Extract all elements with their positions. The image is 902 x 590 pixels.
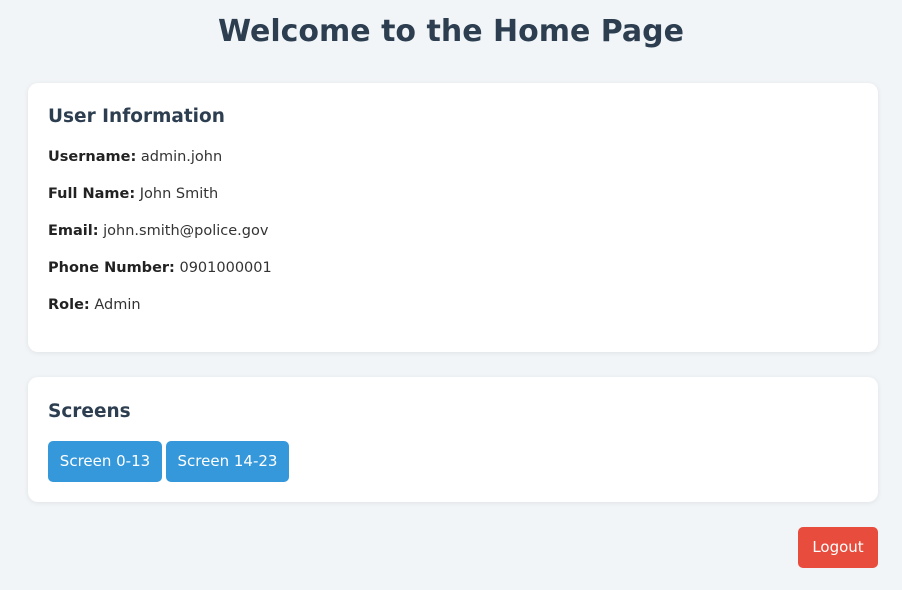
full-name-label: Full Name: — [48, 186, 136, 202]
email-label: Email: — [48, 223, 99, 239]
user-information-heading: User Information — [48, 106, 225, 127]
role-label: Role: — [48, 297, 90, 313]
email-value: john.smith@police.gov — [103, 223, 269, 239]
screen-14-23-button[interactable]: Screen 14-23 — [166, 441, 289, 482]
phone-number-row: Phone Number: 0901000001 — [48, 260, 272, 276]
full-name-value: John Smith — [139, 186, 219, 202]
phone-number-label: Phone Number: — [48, 260, 175, 276]
logout-button[interactable]: Logout — [798, 527, 878, 568]
username-label: Username: — [48, 149, 137, 165]
screens-heading: Screens — [48, 401, 131, 422]
phone-number-value: 0901000001 — [179, 260, 272, 276]
user-information-card: User Information Username: admin.john Fu… — [28, 83, 878, 352]
home-page: Welcome to the Home Page User Informatio… — [0, 0, 902, 590]
role-row: Role: Admin — [48, 297, 141, 313]
page-title: Welcome to the Home Page — [218, 14, 684, 49]
full-name-row: Full Name: John Smith — [48, 186, 218, 202]
role-value: Admin — [94, 297, 141, 313]
screens-card: Screens Screen 0-13 Screen 14-23 — [28, 377, 878, 502]
username-value: admin.john — [140, 149, 223, 165]
email-row: Email: john.smith@police.gov — [48, 223, 268, 239]
screen-0-13-button[interactable]: Screen 0-13 — [48, 441, 162, 482]
username-row: Username: admin.john — [48, 149, 222, 165]
